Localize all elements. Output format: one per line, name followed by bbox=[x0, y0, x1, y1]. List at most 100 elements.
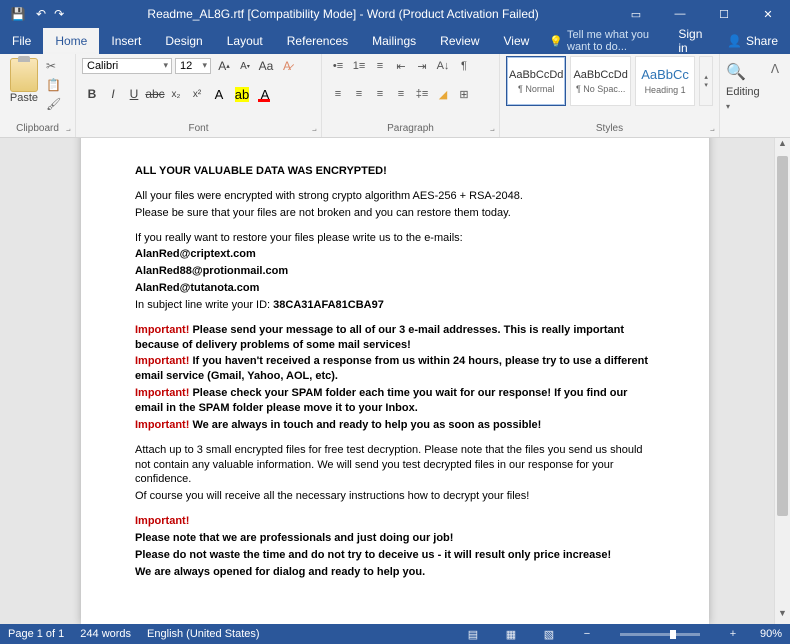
copy-icon[interactable]: 📋 bbox=[46, 78, 64, 94]
text-effects-button[interactable]: A bbox=[208, 84, 230, 104]
print-layout-icon[interactable]: ▦ bbox=[500, 628, 522, 641]
vertical-scrollbar[interactable]: ▲ ▼ bbox=[774, 138, 790, 624]
scroll-down-icon[interactable]: ▼ bbox=[775, 608, 790, 624]
collapse-ribbon-button[interactable]: ᐱ bbox=[764, 58, 786, 80]
zoom-out-button[interactable]: − bbox=[576, 628, 598, 640]
style-no-spacing[interactable]: AaBbCcDd ¶ No Spac... bbox=[570, 56, 630, 106]
superscript-button[interactable]: x² bbox=[187, 84, 207, 104]
tab-references[interactable]: References bbox=[275, 28, 360, 54]
zoom-slider[interactable] bbox=[620, 633, 700, 636]
close-button[interactable]: ✕ bbox=[746, 8, 790, 21]
style-name: ¶ Normal bbox=[518, 84, 554, 94]
style-sample: AaBbCcDd bbox=[509, 69, 563, 81]
doc-text: Please be sure that your files are not b… bbox=[135, 206, 655, 221]
align-right-button[interactable]: ≡ bbox=[370, 84, 390, 104]
tab-insert[interactable]: Insert bbox=[99, 28, 153, 54]
title-bar: 💾 ↶ ↷ Readme_AL8G.rtf [Compatibility Mod… bbox=[0, 0, 790, 28]
document-area: ALL YOUR VALUABLE DATA WAS ENCRYPTED! Al… bbox=[0, 138, 790, 624]
tab-layout[interactable]: Layout bbox=[215, 28, 275, 54]
group-font: Calibri 12 A▴ A▾ Aa A̷ B I U abc x₂ x² A… bbox=[76, 54, 322, 137]
window-title: Readme_AL8G.rtf [Compatibility Mode] - W… bbox=[72, 7, 614, 21]
doc-heading: ALL YOUR VALUABLE DATA WAS ENCRYPTED! bbox=[135, 164, 655, 179]
ribbon-tabs: File Home Insert Design Layout Reference… bbox=[0, 28, 790, 54]
style-normal[interactable]: AaBbCcDd ¶ Normal bbox=[506, 56, 566, 106]
save-icon[interactable]: 💾 bbox=[0, 7, 36, 21]
doc-text: All your files were encrypted with stron… bbox=[135, 189, 655, 204]
status-page[interactable]: Page 1 of 1 bbox=[8, 628, 64, 640]
maximize-button[interactable]: ☐ bbox=[702, 8, 746, 21]
cut-icon[interactable]: ✂ bbox=[46, 59, 64, 75]
tab-view[interactable]: View bbox=[492, 28, 542, 54]
font-color-button[interactable]: A bbox=[254, 84, 276, 104]
doc-text: Please do not waste the time and do not … bbox=[135, 548, 655, 563]
group-styles: AaBbCcDd ¶ Normal AaBbCcDd ¶ No Spac... … bbox=[500, 54, 720, 137]
doc-text: We are always opened for dialog and read… bbox=[135, 565, 655, 580]
font-name-select[interactable]: Calibri bbox=[82, 58, 172, 74]
shrink-font-button[interactable]: A▾ bbox=[235, 56, 255, 76]
inc-indent-button[interactable]: ⇥ bbox=[412, 56, 432, 76]
status-words[interactable]: 244 words bbox=[80, 628, 131, 640]
share-icon: 👤 bbox=[727, 34, 742, 48]
justify-button[interactable]: ≡ bbox=[391, 84, 411, 104]
borders-button[interactable]: ⊞ bbox=[454, 84, 474, 104]
tab-home[interactable]: Home bbox=[43, 28, 99, 54]
read-mode-icon[interactable]: ▤ bbox=[462, 628, 484, 641]
line-spacing-button[interactable]: ‡≡ bbox=[412, 84, 432, 104]
style-sample: AaBbCc bbox=[641, 67, 689, 82]
share-button[interactable]: 👤Share bbox=[715, 28, 790, 54]
minimize-button[interactable]: — bbox=[658, 8, 702, 20]
shading-button[interactable]: ◢ bbox=[433, 84, 453, 104]
underline-button[interactable]: U bbox=[124, 84, 144, 104]
tab-design[interactable]: Design bbox=[153, 28, 214, 54]
editing-label[interactable]: Editing bbox=[726, 86, 760, 98]
strike-button[interactable]: abc bbox=[145, 84, 165, 104]
group-paragraph: •≡ 1≡ ≡ ⇤ ⇥ A↓ ¶ ≡ ≡ ≡ ≡ ‡≡ ◢ ⊞ Paragrap… bbox=[322, 54, 500, 137]
show-marks-button[interactable]: ¶ bbox=[454, 56, 474, 76]
scroll-thumb[interactable] bbox=[777, 156, 788, 516]
clear-format-button[interactable]: A̷ bbox=[277, 56, 297, 76]
tab-mailings[interactable]: Mailings bbox=[360, 28, 428, 54]
align-left-button[interactable]: ≡ bbox=[328, 84, 348, 104]
ribbon-options-icon[interactable]: ▭ bbox=[614, 8, 658, 21]
doc-email: AlanRed@tutanota.com bbox=[135, 281, 655, 296]
sort-button[interactable]: A↓ bbox=[433, 56, 453, 76]
bullets-button[interactable]: •≡ bbox=[328, 56, 348, 76]
qat-redo-icon[interactable]: ↷ bbox=[54, 7, 64, 21]
doc-text: Attach up to 3 small encrypted files for… bbox=[135, 443, 655, 488]
status-language[interactable]: English (United States) bbox=[147, 628, 260, 640]
style-heading1[interactable]: AaBbCc Heading 1 bbox=[635, 56, 695, 106]
subscript-button[interactable]: x₂ bbox=[166, 84, 186, 104]
dec-indent-button[interactable]: ⇤ bbox=[391, 56, 411, 76]
format-painter-icon[interactable]: 🖌 bbox=[46, 97, 64, 113]
bold-button[interactable]: B bbox=[82, 84, 102, 104]
tab-file[interactable]: File bbox=[0, 28, 43, 54]
tab-review[interactable]: Review bbox=[428, 28, 491, 54]
grow-font-button[interactable]: A▴ bbox=[214, 56, 234, 76]
status-bar: Page 1 of 1 244 words English (United St… bbox=[0, 624, 790, 644]
clipboard-icon bbox=[10, 58, 38, 92]
align-center-button[interactable]: ≡ bbox=[349, 84, 369, 104]
doc-text: If you really want to restore your files… bbox=[135, 231, 655, 246]
doc-text: Please note that we are professionals an… bbox=[135, 531, 655, 546]
doc-text: In subject line write your ID: 38CA31AFA… bbox=[135, 298, 655, 313]
qat-undo-icon[interactable]: ↶ bbox=[36, 7, 46, 21]
tell-me-search[interactable]: 💡 Tell me what you want to do... bbox=[541, 28, 666, 54]
zoom-in-button[interactable]: + bbox=[722, 628, 744, 640]
doc-text: Important! Please check your SPAM folder… bbox=[135, 386, 655, 416]
sign-in-button[interactable]: Sign in bbox=[666, 28, 715, 54]
document-page[interactable]: ALL YOUR VALUABLE DATA WAS ENCRYPTED! Al… bbox=[81, 138, 709, 624]
change-case-button[interactable]: Aa bbox=[256, 56, 276, 76]
multilevel-button[interactable]: ≡ bbox=[370, 56, 390, 76]
doc-text: Important! We are always in touch and re… bbox=[135, 418, 655, 433]
paste-button[interactable]: Paste bbox=[6, 56, 42, 104]
font-size-select[interactable]: 12 bbox=[175, 58, 211, 74]
web-layout-icon[interactable]: ▧ bbox=[538, 628, 560, 641]
scroll-up-icon[interactable]: ▲ bbox=[775, 138, 790, 154]
zoom-level[interactable]: 90% bbox=[760, 628, 782, 640]
styles-more-button[interactable]: ▴▾ bbox=[699, 56, 713, 106]
numbering-button[interactable]: 1≡ bbox=[349, 56, 369, 76]
italic-button[interactable]: I bbox=[103, 84, 123, 104]
highlight-button[interactable]: ab bbox=[231, 84, 253, 104]
find-icon[interactable]: 🔍 bbox=[726, 62, 746, 82]
group-clipboard: Paste ✂ 📋 🖌 Clipboard bbox=[0, 54, 76, 137]
